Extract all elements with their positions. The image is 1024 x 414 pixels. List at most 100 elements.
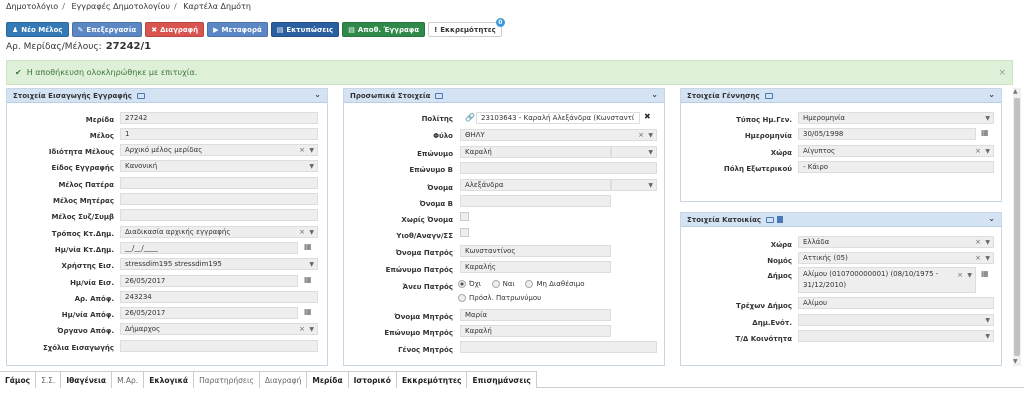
citizen-field[interactable]: 23103643 - Καραλή Αλεξάνδρα (Κωνσταντί	[476, 112, 640, 124]
birth-country-select[interactable]: Αίγυπτος × ▼	[798, 145, 994, 157]
calendar-icon[interactable]: ▦	[304, 275, 312, 284]
tab-6[interactable]: Παρατηρήσεις	[194, 371, 260, 388]
entry-user-label: Χρήστης Εισ.	[61, 262, 115, 270]
gender-select[interactable]: ΘΗΛΥ × ▼	[460, 129, 657, 141]
decision-body-label: Όργανο Απόφ.	[57, 327, 114, 335]
community-select[interactable]: ▼	[798, 330, 994, 342]
no-name-checkbox[interactable]	[460, 212, 469, 221]
breadcrumb-item[interactable]: Δημοτολόγιο	[6, 2, 58, 11]
chevron-down-icon: ▼	[985, 316, 990, 324]
folder-icon[interactable]	[766, 216, 775, 223]
entry-date-input[interactable]: 26/05/2017	[120, 275, 298, 287]
member-input[interactable]: 1	[120, 128, 318, 140]
acquisition-method-select[interactable]: Διαδικασία αρχικής εγγραφής × ▼	[120, 226, 318, 238]
birth-date-input[interactable]: 30/05/1998	[798, 128, 976, 140]
scroll-down-icon[interactable]: ▼	[1013, 358, 1018, 365]
birth-date-type-select[interactable]: Ημερομηνία ▼	[798, 112, 994, 124]
entry-user-select[interactable]: stressdim195 stressdim195 ▼	[120, 258, 318, 270]
chevron-down-icon: ▼	[648, 131, 653, 139]
mother-member-input[interactable]	[120, 193, 318, 205]
pending-button[interactable]: ! Εκκρεμότητες 0	[428, 18, 505, 37]
calendar-icon[interactable]: ▦	[304, 242, 312, 251]
tab-2[interactable]: Σ.Σ.	[36, 371, 62, 388]
decision-date-input[interactable]: 26/05/2017	[120, 307, 298, 319]
clear-icon[interactable]: ×	[975, 254, 981, 262]
name-extra-select[interactable]: ▼	[611, 179, 657, 191]
surname-input[interactable]: Καραλή	[460, 146, 611, 158]
clear-icon[interactable]: ×	[975, 238, 981, 246]
tab-3[interactable]: Ιθαγένεια	[61, 371, 113, 388]
father-surname-input[interactable]: Καραλής	[460, 261, 611, 273]
prefecture-select[interactable]: Αττικής (05) × ▼	[798, 252, 994, 264]
residence-country-select[interactable]: Ελλάδα × ▼	[798, 236, 994, 248]
clear-icon[interactable]: ×	[299, 228, 305, 236]
chevron-down-icon[interactable]: ⌄	[314, 90, 321, 99]
current-municipality-label: Τρέχων Δήμος	[736, 302, 792, 310]
tab-10[interactable]: Εκκρεμότητες	[396, 371, 468, 388]
spouse-member-input[interactable]	[120, 209, 318, 221]
document-icon[interactable]	[777, 216, 784, 223]
municipality-select[interactable]: Αλίμου (010700000001) (08/10/1975 - 31/1…	[798, 267, 976, 293]
tab-5[interactable]: Εκλογικά	[144, 371, 195, 388]
entry-type-select[interactable]: Κανονική ▼	[120, 160, 318, 172]
chevron-down-icon[interactable]: ⌄	[651, 90, 658, 99]
father-member-input[interactable]	[120, 177, 318, 189]
mother-genos-input[interactable]	[460, 341, 657, 353]
close-alert-button[interactable]: ×	[998, 68, 1006, 78]
clear-icon[interactable]: ×	[638, 131, 644, 139]
name-input[interactable]: Αλεξάνδρα	[460, 179, 611, 191]
current-municipality-input[interactable]: Αλίμου	[798, 297, 994, 309]
adopted-checkbox[interactable]	[460, 228, 469, 237]
edit-button[interactable]: ✎ Επεξεργασία	[71, 22, 143, 37]
tab-11[interactable]: Επισημάνσεις	[467, 371, 537, 388]
chevron-down-icon[interactable]: ⌄	[988, 90, 995, 99]
clear-icon[interactable]: ×	[957, 270, 963, 281]
tab-1[interactable]: Γάμος	[0, 371, 37, 388]
mother-surname-input[interactable]: Καραλή	[460, 325, 611, 337]
folder-icon[interactable]	[136, 92, 145, 99]
calendar-icon[interactable]: ▦	[304, 307, 312, 316]
merida-input[interactable]: 27242	[120, 112, 318, 124]
delete-button[interactable]: ✖ Διαγραφή	[145, 22, 205, 37]
chevron-down-icon[interactable]: ⌄	[988, 214, 995, 223]
chevron-down-icon: ▼	[309, 146, 314, 154]
scroll-up-icon[interactable]: ▲	[1013, 88, 1018, 95]
clear-icon[interactable]: ✖	[644, 112, 651, 121]
father-name-input[interactable]: Κωνσταντίνος	[460, 245, 611, 257]
folder-icon[interactable]	[764, 92, 773, 99]
calendar-icon[interactable]: ▦	[981, 128, 989, 137]
surname-b-input[interactable]	[460, 162, 657, 174]
clear-icon[interactable]: ×	[299, 146, 305, 154]
decision-number-input[interactable]: 243234	[120, 291, 318, 303]
foreign-city-input[interactable]: - Κάιρο	[798, 161, 994, 173]
saved-documents-button[interactable]: ▤ Αποθ. Έγγραφα	[342, 22, 426, 37]
acquisition-date-input[interactable]: __/__/____	[120, 242, 298, 254]
member-role-select[interactable]: Αρχικό μέλος μερίδας × ▼	[120, 144, 318, 156]
decision-body-select[interactable]: Δήμαρχος × ▼	[120, 323, 318, 335]
tab-9[interactable]: Ιστορικό	[348, 371, 397, 388]
tab-8[interactable]: Μερίδα	[307, 371, 349, 388]
breadcrumb-item[interactable]: Εγγραφές Δημοτολογίου	[71, 2, 170, 11]
municipal-unit-select[interactable]: ▼	[798, 314, 994, 326]
list-icon[interactable]: ▦	[981, 269, 989, 278]
tab-4[interactable]: Μ.Αρ.	[112, 371, 145, 388]
name-b-input[interactable]	[460, 195, 611, 207]
scrollbar-thumb[interactable]	[1014, 98, 1020, 356]
radio-no[interactable]: Όχι	[458, 280, 481, 288]
radio-yes[interactable]: Ναι	[491, 280, 515, 288]
new-member-button[interactable]: ♟ Νέο Μέλος	[6, 22, 69, 37]
surname-extra-select[interactable]: ▼	[611, 146, 657, 158]
radio-not-available[interactable]: Μη Διαθέσιμο	[525, 280, 585, 288]
prints-button[interactable]: ▤ Εκτυπώσεις	[270, 22, 340, 37]
radio-stepfather[interactable]: Πρόσλ. Πατρωνύμου	[458, 294, 541, 302]
tab-7[interactable]: Διαγραφή	[259, 371, 308, 388]
clear-icon[interactable]: ×	[299, 325, 305, 333]
pending-count-badge: 0	[495, 18, 505, 27]
mother-name-input[interactable]: Μαρία	[460, 309, 611, 321]
link-icon[interactable]: 🔗	[465, 113, 475, 122]
decision-number-label: Αρ. Απόφ.	[74, 295, 114, 303]
transfer-button[interactable]: ▶ Μεταφορά	[207, 22, 268, 37]
entry-comments-input[interactable]	[120, 340, 318, 352]
clear-icon[interactable]: ×	[975, 147, 981, 155]
folder-icon[interactable]	[435, 92, 444, 99]
